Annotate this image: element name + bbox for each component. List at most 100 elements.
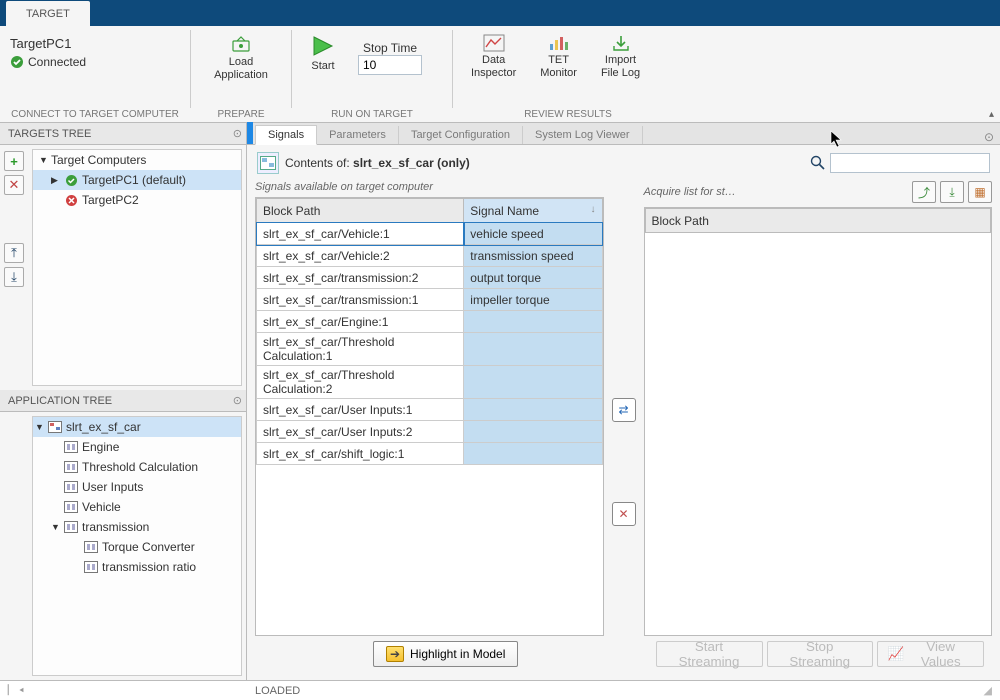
cell-block-path[interactable]: slrt_ex_sf_car/transmission:1 — [257, 289, 464, 311]
cell-signal-name[interactable]: output torque — [464, 267, 602, 289]
subsystem-icon — [63, 519, 79, 535]
stop-time-label: Stop Time — [363, 41, 417, 55]
acquire-tool-1[interactable]: ⤴ — [912, 181, 936, 203]
cell-block-path[interactable]: slrt_ex_sf_car/User Inputs:1 — [257, 399, 464, 421]
prev-icon[interactable]: ⎸◂ — [8, 684, 24, 697]
subsystem-icon — [63, 499, 79, 515]
gear-icon[interactable]: ⊙ — [978, 130, 1000, 144]
col-signal-name[interactable]: Signal Name↓ — [464, 199, 602, 223]
table-row[interactable]: slrt_ex_sf_car/User Inputs:1 — [257, 399, 603, 421]
cell-block-path[interactable]: slrt_ex_sf_car/transmission:2 — [257, 267, 464, 289]
app-node-transmission-ratio[interactable]: transmission ratio — [33, 557, 241, 577]
acquire-label: Acquire list for st… — [644, 186, 913, 198]
cell-signal-name[interactable] — [464, 421, 602, 443]
acquire-col-block-path[interactable]: Block Path — [645, 209, 991, 233]
table-row[interactable]: slrt_ex_sf_car/Engine:1 — [257, 311, 603, 333]
acquire-table[interactable]: Block Path — [644, 207, 993, 636]
remove-target-button[interactable]: ✕ — [4, 175, 24, 195]
load-application-button[interactable]: Load Application — [201, 32, 281, 84]
application-tree-header[interactable]: APPLICATION TREE ⊙ — [0, 390, 246, 412]
table-row[interactable]: slrt_ex_sf_car/Vehicle:2transmission spe… — [257, 245, 603, 267]
table-row[interactable]: slrt_ex_sf_car/transmission:2output torq… — [257, 267, 603, 289]
model-icon — [47, 419, 63, 435]
table-row[interactable]: slrt_ex_sf_car/Vehicle:1vehicle speed — [257, 223, 603, 245]
tet-monitor-button[interactable]: TET Monitor — [532, 32, 585, 82]
add-to-acquire-button[interactable]: ⇄ — [612, 398, 636, 422]
cell-block-path[interactable]: slrt_ex_sf_car/Engine:1 — [257, 311, 464, 333]
move-down-button[interactable]: ⤓ — [4, 267, 24, 287]
table-row[interactable]: slrt_ex_sf_car/User Inputs:2 — [257, 421, 603, 443]
table-row[interactable]: slrt_ex_sf_car/Threshold Calculation:1 — [257, 333, 603, 366]
gear-icon[interactable]: ⊙ — [233, 127, 242, 140]
cell-block-path[interactable]: slrt_ex_sf_car/Vehicle:1 — [257, 223, 464, 245]
targets-tree-header[interactable]: TARGETS TREE ⊙ — [0, 123, 246, 145]
signals-table[interactable]: Block Path Signal Name↓ slrt_ex_sf_car/V… — [255, 197, 604, 636]
status-text: LOADED — [255, 685, 300, 697]
cell-signal-name[interactable]: impeller torque — [464, 289, 602, 311]
cell-block-path[interactable]: slrt_ex_sf_car/Threshold Calculation:1 — [257, 333, 464, 366]
table-row[interactable]: slrt_ex_sf_car/Threshold Calculation:2 — [257, 366, 603, 399]
tab-parameters[interactable]: Parameters — [317, 126, 399, 144]
subsystem-icon — [63, 439, 79, 455]
cell-signal-name[interactable] — [464, 366, 602, 399]
cell-block-path[interactable]: slrt_ex_sf_car/Vehicle:2 — [257, 245, 464, 267]
import-log-icon — [611, 34, 631, 52]
main-area: Signals Parameters Target Configuration … — [247, 123, 1000, 680]
tab-handle[interactable] — [247, 122, 253, 144]
stop-streaming-button[interactable]: Stop Streaming — [767, 641, 873, 667]
target-pc1-node[interactable]: ▶ TargetPC1 (default) — [33, 170, 241, 190]
cell-block-path[interactable]: slrt_ex_sf_car/shift_logic:1 — [257, 443, 464, 465]
tab-signals[interactable]: Signals — [255, 125, 317, 145]
targets-root-node[interactable]: ▼ Target Computers — [33, 150, 241, 170]
acquire-tool-3[interactable]: ▦ — [968, 181, 992, 203]
table-row[interactable]: slrt_ex_sf_car/shift_logic:1 — [257, 443, 603, 465]
start-streaming-button[interactable]: Start Streaming — [656, 641, 763, 667]
stop-time-input[interactable] — [358, 55, 422, 75]
app-node-engine[interactable]: Engine — [33, 437, 241, 457]
contents-scope-icon[interactable] — [257, 152, 279, 174]
remove-from-acquire-button[interactable]: ✕ — [612, 502, 636, 526]
app-node-transmission[interactable]: ▼transmission — [33, 517, 241, 537]
tab-system-log-viewer[interactable]: System Log Viewer — [523, 126, 643, 144]
acquire-tool-2[interactable]: ⤓ — [940, 181, 964, 203]
tab-target-configuration[interactable]: Target Configuration — [399, 126, 523, 144]
tet-monitor-icon — [548, 34, 570, 52]
application-tree[interactable]: ▼ slrt_ex_sf_car Engine Threshold Calcul… — [32, 416, 242, 676]
move-up-button[interactable]: ⤒ — [4, 243, 24, 263]
highlight-in-model-button[interactable]: ➔ Highlight in Model — [373, 641, 518, 667]
resize-grip-icon[interactable]: ◢ — [984, 684, 992, 697]
cell-signal-name[interactable] — [464, 443, 602, 465]
app-node-vehicle[interactable]: Vehicle — [33, 497, 241, 517]
start-button[interactable]: Start — [302, 32, 344, 75]
title-tab-target[interactable]: TARGET — [6, 1, 90, 26]
subsystem-icon — [63, 479, 79, 495]
search-input[interactable] — [830, 153, 990, 173]
table-row[interactable]: slrt_ex_sf_car/transmission:1impeller to… — [257, 289, 603, 311]
app-root-node[interactable]: ▼ slrt_ex_sf_car — [33, 417, 241, 437]
app-node-user-inputs[interactable]: User Inputs — [33, 477, 241, 497]
highlight-icon: ➔ — [386, 646, 404, 662]
cell-signal-name[interactable] — [464, 333, 602, 366]
data-inspector-button[interactable]: Data Inspector — [463, 32, 524, 82]
target-pc2-node[interactable]: TargetPC2 — [33, 190, 241, 210]
subsystem-icon — [83, 539, 99, 555]
ribbon-collapse-icon[interactable]: ▴ — [989, 109, 994, 120]
add-target-button[interactable]: + — [4, 151, 24, 171]
col-block-path[interactable]: Block Path — [257, 199, 464, 223]
gear-icon[interactable]: ⊙ — [233, 394, 242, 407]
app-node-torque-converter[interactable]: Torque Converter — [33, 537, 241, 557]
app-node-threshold[interactable]: Threshold Calculation — [33, 457, 241, 477]
targets-tree[interactable]: ▼ Target Computers ▶ TargetPC1 (default)… — [32, 149, 242, 386]
view-values-button[interactable]: 📈View Values — [877, 641, 984, 667]
cell-signal-name[interactable] — [464, 399, 602, 421]
cell-signal-name[interactable]: transmission speed — [464, 245, 602, 267]
subsystem-icon — [83, 559, 99, 575]
import-file-log-button[interactable]: Import File Log — [593, 32, 648, 82]
connected-status: Connected — [28, 55, 86, 69]
cell-signal-name[interactable] — [464, 311, 602, 333]
cell-signal-name[interactable]: vehicle speed — [464, 223, 602, 245]
cell-block-path[interactable]: slrt_ex_sf_car/Threshold Calculation:2 — [257, 366, 464, 399]
cell-block-path[interactable]: slrt_ex_sf_car/User Inputs:2 — [257, 421, 464, 443]
title-tab-bar: TARGET — [0, 0, 1000, 26]
search-icon[interactable] — [810, 155, 826, 171]
